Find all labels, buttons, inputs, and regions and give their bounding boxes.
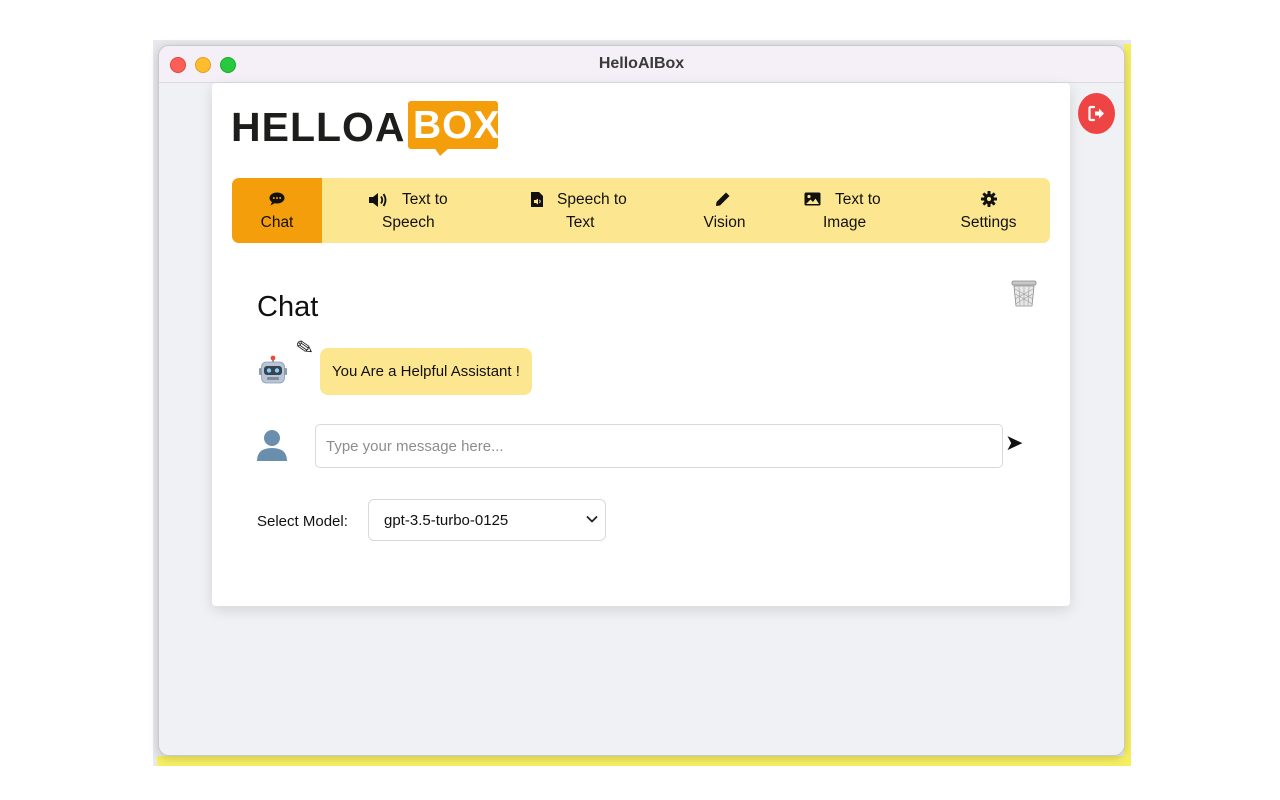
gear-icon xyxy=(981,191,997,207)
tab-label: Settings xyxy=(960,214,1017,231)
user-avatar-icon xyxy=(257,430,287,461)
select-model-label: Select Model: xyxy=(257,513,348,530)
background-highlight xyxy=(157,756,1131,766)
tab-chat[interactable]: Chat xyxy=(232,178,322,243)
app-window: HelloAIBox HELLOAI BOX Chat Text to Spee… xyxy=(158,45,1125,756)
tab-bar: Chat Text to Speech Speech to Text Visio… xyxy=(232,178,1050,243)
message-input[interactable] xyxy=(315,424,1003,468)
tab-label: Image xyxy=(823,214,867,231)
tab-text-to-image[interactable]: Text to Image xyxy=(787,178,927,243)
logo-box: BOX xyxy=(408,101,501,149)
robot-icon xyxy=(259,355,287,384)
logo-text: HELLOAI xyxy=(231,104,418,150)
pencil-icon xyxy=(716,192,730,206)
helloaibox-logo: HELLOAI BOX xyxy=(231,101,503,156)
tab-label: Speech to xyxy=(557,191,627,208)
logout-icon xyxy=(1088,105,1104,122)
trash-icon[interactable] xyxy=(1011,280,1037,307)
comment-icon xyxy=(269,192,285,206)
tab-speech-to-text[interactable]: Speech to Text xyxy=(497,178,662,243)
logout-button[interactable] xyxy=(1078,93,1115,134)
tab-label: Text to xyxy=(402,191,448,208)
chat-heading: Chat xyxy=(257,291,319,323)
chevron-down-icon xyxy=(586,516,598,523)
title-bar[interactable]: HelloAIBox xyxy=(159,46,1124,83)
send-button[interactable]: ➤ xyxy=(1005,430,1023,456)
tab-vision[interactable]: Vision xyxy=(662,178,787,243)
tab-label: Speech xyxy=(382,214,435,231)
edit-system-message-button[interactable]: ✎ xyxy=(294,335,316,363)
background-highlight xyxy=(1124,44,1131,766)
window-title: HelloAIBox xyxy=(598,55,685,72)
tab-label: Vision xyxy=(703,214,746,231)
tab-label: Text xyxy=(566,214,595,231)
image-icon xyxy=(804,192,821,206)
logo-speech-tail xyxy=(434,147,450,156)
tab-label: Chat xyxy=(260,214,294,231)
model-select-value: gpt-3.5-turbo-0125 xyxy=(384,512,509,529)
system-message-bubble: You Are a Helpful Assistant ! xyxy=(320,348,532,395)
tab-label: Text to xyxy=(835,191,881,208)
logo-box-text: BOX xyxy=(413,104,501,147)
main-card: HELLOAI BOX Chat Text to Speech Speech t… xyxy=(212,83,1070,606)
tab-settings[interactable]: Settings xyxy=(927,178,1050,243)
model-select[interactable]: gpt-3.5-turbo-0125 xyxy=(368,499,606,541)
audio-file-icon xyxy=(531,192,543,207)
volume-icon xyxy=(369,193,387,207)
tab-text-to-speech[interactable]: Text to Speech xyxy=(322,178,497,243)
